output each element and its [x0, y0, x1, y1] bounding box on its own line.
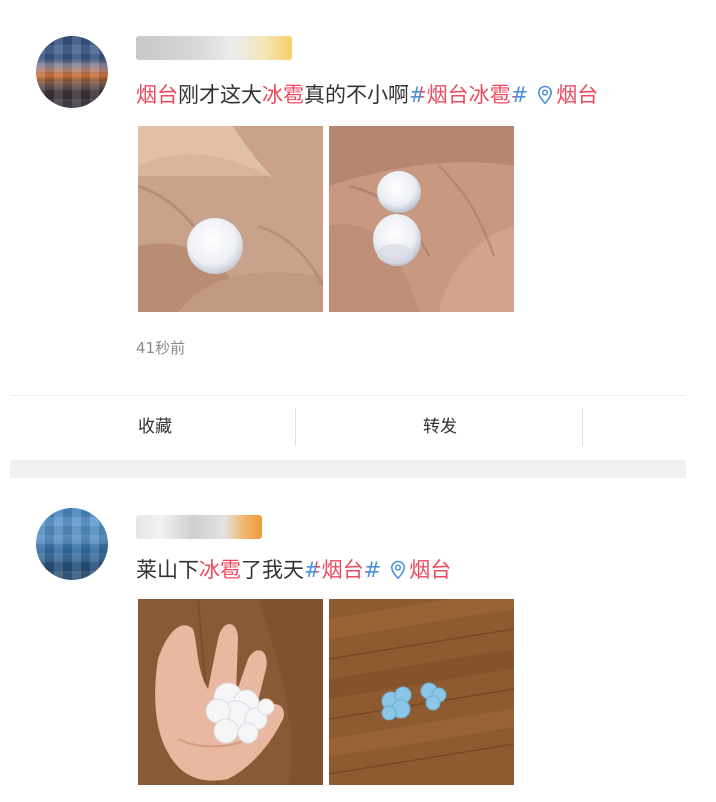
divider: [295, 408, 296, 446]
post-timestamp: 41秒前: [136, 339, 186, 357]
hail-in-fingers-photo[interactable]: [138, 126, 323, 312]
location-link[interactable]: 烟台: [409, 558, 451, 582]
post-action-bar: 收藏 转发: [10, 395, 686, 460]
username-blurred[interactable]: [136, 36, 292, 60]
hashtag-link[interactable]: #烟台冰雹#: [409, 83, 528, 107]
post-text: 烟台刚才这大冰雹真的不小啊#烟台冰雹# 烟台: [136, 83, 599, 107]
favorite-button[interactable]: 收藏: [90, 396, 220, 460]
forward-button[interactable]: 转发: [375, 396, 505, 460]
location-pin-icon: [536, 83, 554, 105]
post-text: 莱山下冰雹了我天#烟台# 烟台: [136, 558, 452, 582]
hail-pile-on-hand-photo[interactable]: [138, 599, 323, 785]
topic-link[interactable]: 烟台: [136, 83, 178, 107]
location-pin-icon: [389, 558, 407, 580]
post-separator: [10, 460, 686, 478]
hashtag-link[interactable]: #烟台#: [304, 558, 381, 582]
keyword-link[interactable]: 冰雹: [199, 558, 241, 582]
keyword-link[interactable]: 冰雹: [262, 83, 304, 107]
divider: [582, 408, 583, 446]
location-link[interactable]: 烟台: [556, 83, 598, 107]
username-blurred[interactable]: [136, 515, 262, 539]
hail-on-wood-floor-photo[interactable]: [329, 599, 514, 785]
avatar[interactable]: [36, 36, 108, 108]
hail-on-palm-photo[interactable]: [329, 126, 514, 312]
avatar[interactable]: [36, 508, 108, 580]
